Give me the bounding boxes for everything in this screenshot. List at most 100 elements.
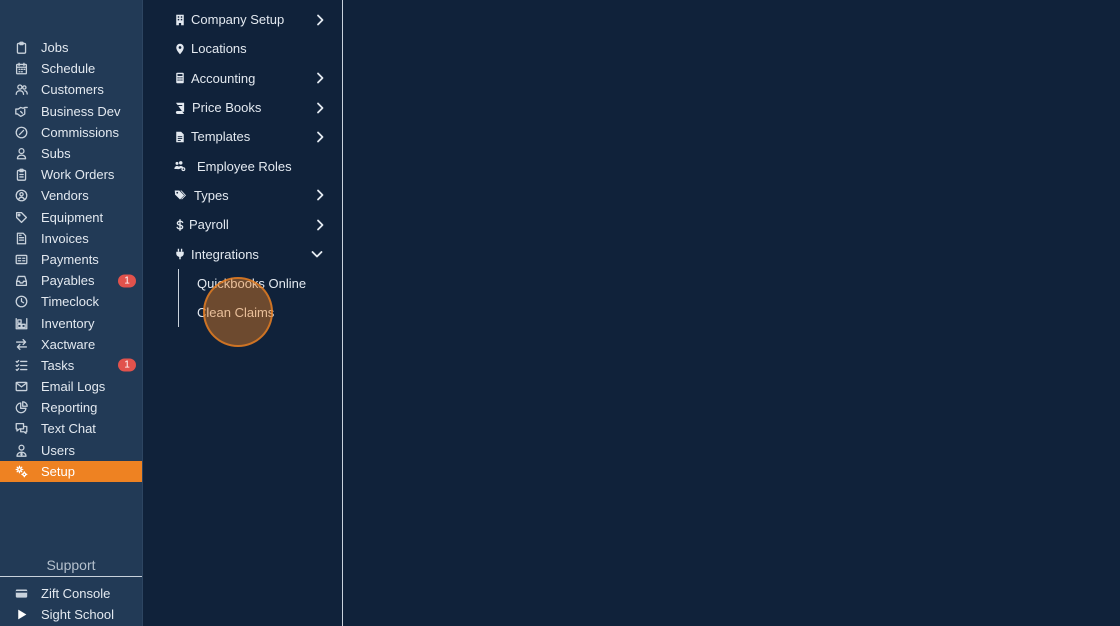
support-item-sight-school[interactable]: Sight School (0, 604, 142, 625)
sidebar-item-label: Work Orders (41, 167, 115, 183)
sidebar-item-vendors[interactable]: Vendors (0, 185, 142, 206)
menu-item-label: Locations (191, 41, 247, 57)
support-item-zift-console[interactable]: Zift Console (0, 583, 142, 604)
sidebar-item-customers[interactable]: Customers (0, 79, 142, 100)
chat-icon (13, 421, 29, 437)
setup-submenu-panel: Company Setup Locations Accounting Price Bo… (156, 0, 343, 626)
support-item-label: Zift Console (41, 586, 111, 602)
sidebar-item-timeclock[interactable]: Timeclock (0, 291, 142, 312)
sidebar-item-label: Setup (41, 463, 75, 479)
checklist-icon (13, 357, 29, 373)
sidebar-item-label: Xactware (41, 336, 96, 352)
sidebar-item-label: Tasks (41, 357, 75, 373)
sidebar-item-label: Vendors (41, 188, 89, 204)
sidebar-item-jobs[interactable]: Jobs (0, 37, 142, 58)
chevron-right-icon[interactable] (314, 72, 326, 84)
menu-item-label: Types (194, 187, 229, 203)
menu-item-price-books[interactable]: Price Books (156, 93, 342, 122)
play-icon (13, 607, 29, 623)
tag-icon (13, 209, 29, 225)
menu-item-types[interactable]: Types (156, 181, 342, 210)
sidebar-item-text-chat[interactable]: Text Chat (0, 418, 142, 439)
menu-item-label: Employee Roles (197, 158, 292, 174)
menu-item-accounting[interactable]: Accounting (156, 64, 342, 93)
document-icon (13, 230, 29, 246)
menu-item-label: Price Books (192, 100, 262, 116)
sidebar-item-equipment[interactable]: Equipment (0, 207, 142, 228)
sidebar-item-business-dev[interactable]: Business Dev (0, 101, 142, 122)
building-icon (173, 13, 187, 27)
sidebar-item-subs[interactable]: Subs (0, 143, 142, 164)
chevron-right-icon[interactable] (314, 102, 326, 114)
sidebar-item-work-orders[interactable]: Work Orders (0, 164, 142, 185)
sidebar-item-label: Business Dev (41, 103, 121, 119)
book-icon (173, 101, 187, 115)
left-sidebar: Jobs Schedule Customers Business Dev Commiss… (0, 0, 142, 626)
handshake-icon (13, 103, 29, 119)
sidebar-item-inventory[interactable]: Inventory (0, 312, 142, 333)
sidebar-item-label: Text Chat (41, 421, 96, 437)
menu-item-templates[interactable]: Templates (156, 122, 342, 151)
chevron-right-icon[interactable] (314, 131, 326, 143)
swap-icon (13, 336, 29, 352)
sidebar-item-label: Equipment (41, 209, 104, 225)
menu-item-payroll[interactable]: Payroll (156, 210, 342, 239)
sidebar-item-label: Customers (41, 82, 104, 98)
count-badge: 1 (118, 274, 136, 288)
credit-card-icon (13, 586, 29, 602)
menu-item-company-setup[interactable]: Company Setup (156, 5, 342, 34)
support-item-label: Sight School (41, 607, 114, 623)
menu-item-integrations[interactable]: Integrations (156, 239, 342, 268)
menu-item-label: Accounting (191, 70, 256, 86)
menu-item-employee-roles[interactable]: Employee Roles (156, 151, 342, 180)
percent-circle-icon (13, 124, 29, 140)
sidebar-item-label: Payments (41, 251, 99, 267)
sidebar-item-label: Payables (41, 273, 95, 289)
pie-chart-icon (13, 400, 29, 416)
clipboard-icon (13, 40, 29, 56)
support-divider (0, 576, 142, 577)
inbox-icon (13, 273, 29, 289)
file-icon (173, 130, 187, 144)
user-circle-icon (13, 188, 29, 204)
sidebar-item-label: Subs (41, 146, 71, 162)
chevron-right-icon[interactable] (314, 219, 326, 231)
sidebar-item-label: Timeclock (41, 294, 100, 310)
submenu-item-quickbooks-online[interactable]: Quickbooks Online (179, 269, 342, 298)
sidebar-item-label: Inventory (41, 315, 95, 331)
sidebar-item-label: Invoices (41, 230, 89, 246)
support-heading: Support (46, 557, 96, 573)
menu-item-locations[interactable]: Locations (156, 34, 342, 63)
sidebar-item-xactware[interactable]: Xactware (0, 334, 142, 355)
calculator-icon (173, 71, 187, 85)
sidebar-item-commissions[interactable]: Commissions (0, 122, 142, 143)
sidebar-item-reporting[interactable]: Reporting (0, 397, 142, 418)
main-content (343, 0, 1120, 626)
envelope-icon (13, 379, 29, 395)
boxes-icon (13, 315, 29, 331)
id-card-icon (13, 251, 29, 267)
sidebar-item-setup[interactable]: Setup (0, 460, 142, 482)
chevron-down-icon[interactable] (311, 248, 323, 260)
map-pin-icon (173, 42, 187, 56)
clipboard-list-icon (13, 167, 29, 183)
submenu-item-clean-claims[interactable]: Clean Claims (179, 298, 342, 327)
sidebar-item-label: Schedule (41, 61, 96, 77)
clock-icon (13, 294, 29, 310)
sidebar-item-payments[interactable]: Payments (0, 249, 142, 270)
dollar-icon (173, 218, 187, 232)
users-icon (13, 82, 29, 98)
sidebar-item-invoices[interactable]: Invoices (0, 228, 142, 249)
sidebar-item-tasks[interactable]: Tasks 1 (0, 355, 142, 376)
chevron-right-icon[interactable] (314, 14, 326, 26)
users-cog-icon (173, 159, 187, 173)
sidebar-item-email-logs[interactable]: Email Logs (0, 376, 142, 397)
sidebar-item-label: Commissions (41, 124, 120, 140)
sidebar-item-label: Reporting (41, 400, 98, 416)
sidebar-item-payables[interactable]: Payables 1 (0, 270, 142, 291)
integrations-submenu: Quickbooks Online Clean Claims (178, 268, 342, 328)
sidebar-item-schedule[interactable]: Schedule (0, 58, 142, 79)
chevron-right-icon[interactable] (314, 189, 326, 201)
sidebar-item-users[interactable]: Users (0, 440, 142, 461)
sidebar-item-label: Email Logs (41, 379, 106, 395)
